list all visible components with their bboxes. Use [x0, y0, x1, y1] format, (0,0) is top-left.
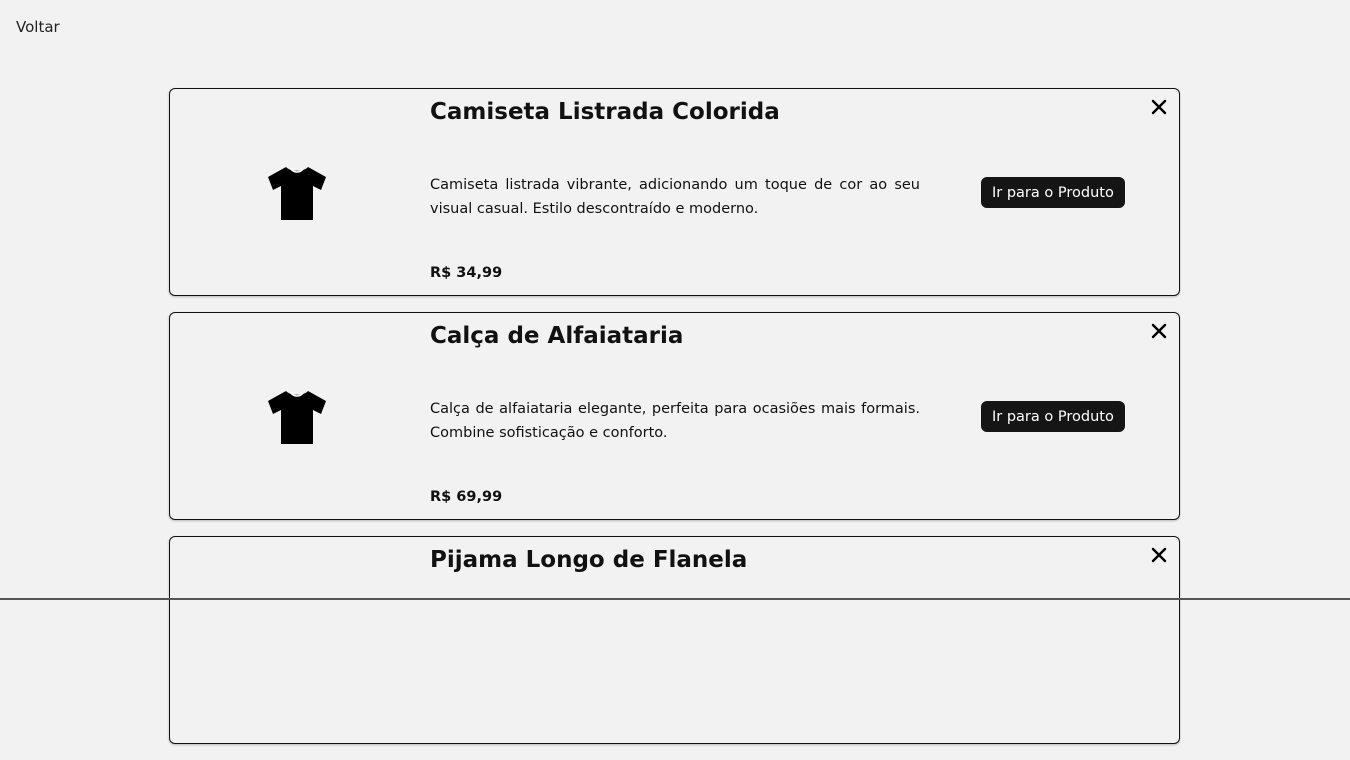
- product-price: R$ 69,99: [430, 489, 503, 505]
- tshirt-icon: [268, 391, 326, 444]
- product-price: R$ 34,99: [430, 265, 503, 281]
- product-card: Camiseta Listrada Colorida Camiseta list…: [169, 88, 1180, 296]
- product-title: Camiseta Listrada Colorida: [430, 99, 780, 125]
- go-to-product-button[interactable]: Ir para o Produto: [981, 401, 1125, 432]
- product-list: Camiseta Listrada Colorida Camiseta list…: [169, 88, 1180, 760]
- tshirt-icon: [268, 167, 326, 220]
- product-description: Calça de alfaiataria elegante, perfeita …: [430, 401, 920, 441]
- back-link[interactable]: Voltar: [16, 18, 60, 36]
- close-icon[interactable]: [1151, 547, 1167, 563]
- close-icon[interactable]: [1151, 323, 1167, 339]
- product-title: Pijama Longo de Flanela: [430, 547, 748, 573]
- product-title: Calça de Alfaiataria: [430, 323, 684, 349]
- product-description: Camiseta listrada vibrante, adicionando …: [430, 177, 920, 217]
- product-card: Pijama Longo de Flanela: [169, 536, 1180, 744]
- product-card: Calça de Alfaiataria Calça de alfaiatari…: [169, 312, 1180, 520]
- go-to-product-button[interactable]: Ir para o Produto: [981, 177, 1125, 208]
- close-icon[interactable]: [1151, 99, 1167, 115]
